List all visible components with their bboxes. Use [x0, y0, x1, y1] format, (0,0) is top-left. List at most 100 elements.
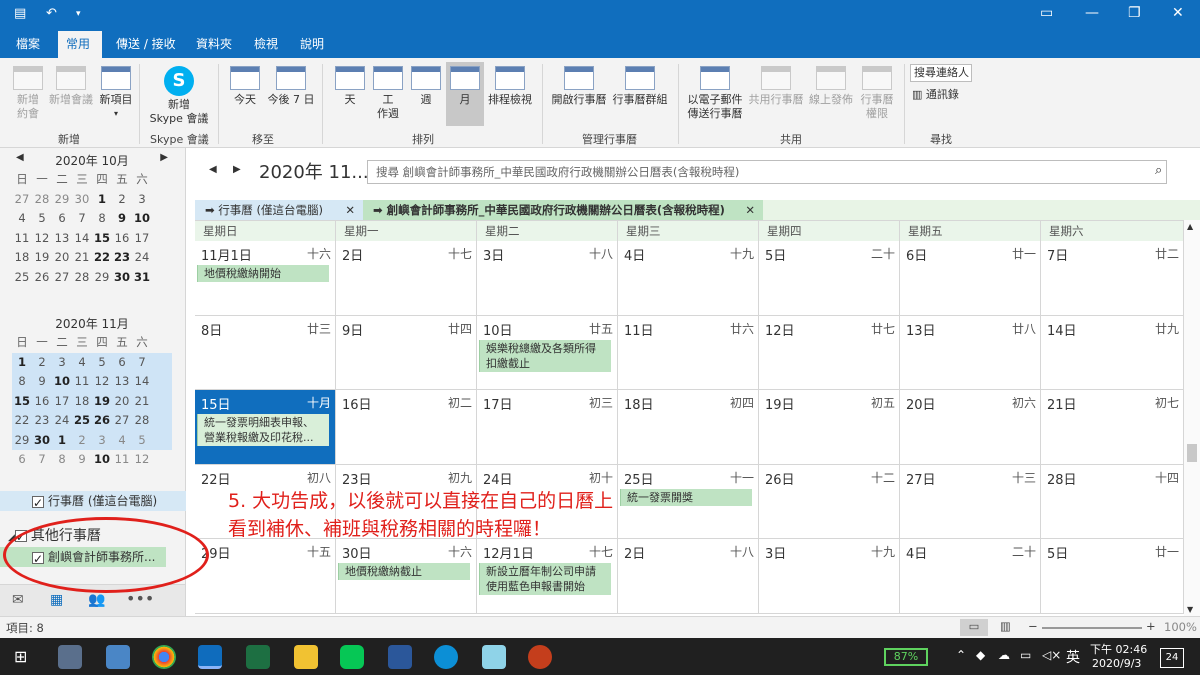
mini-calendar-day[interactable]: 23: [112, 248, 132, 268]
day-cell[interactable]: 19日 初五: [759, 390, 900, 465]
start-icon[interactable]: ⊞: [14, 647, 27, 666]
mini-calendar-day[interactable]: 5: [32, 209, 52, 229]
mini-calendar-day[interactable]: 28: [32, 190, 52, 210]
calendar-tab-shared[interactable]: ➡ 創嶼會計師事務所_中華民國政府行政機關辦公日曆表(含報稅時程) ✕: [363, 200, 763, 220]
day-cell[interactable]: 30日 十六 地價稅繳納截止: [336, 539, 477, 614]
mini-calendar-day[interactable]: 4: [12, 209, 32, 229]
word-icon[interactable]: [388, 645, 412, 669]
calendar-event[interactable]: 統一發票開獎: [620, 488, 752, 506]
mini-calendar-day[interactable]: 13: [112, 372, 132, 392]
chrome-icon[interactable]: [152, 645, 176, 669]
mini-calendar-day[interactable]: 28: [72, 268, 92, 288]
day-cell[interactable]: 4日 十九: [618, 241, 759, 316]
clock-date[interactable]: 2020/9/3: [1092, 657, 1141, 670]
schedule-view-button[interactable]: 排程檢視: [486, 66, 534, 107]
day-cell[interactable]: 21日 初七: [1041, 390, 1184, 465]
mini-calendar-day[interactable]: 24: [132, 248, 152, 268]
mini-calendar-day[interactable]: 1: [12, 353, 32, 373]
mini-calendar-day[interactable]: 10: [52, 372, 72, 392]
file-explorer-icon[interactable]: [294, 645, 318, 669]
mini-calendar-day[interactable]: 2: [32, 353, 52, 373]
work-week-view-button[interactable]: 工 作週: [370, 66, 406, 121]
app-menu-icon[interactable]: ▤: [14, 6, 26, 21]
calendar-event[interactable]: 娛樂稅總繳及各類所得扣繳截止: [479, 339, 611, 372]
mini-calendar-day[interactable]: 24: [52, 411, 72, 431]
new-meeting-button[interactable]: 新增會議: [48, 66, 94, 107]
mini-calendar-day[interactable]: 7: [72, 209, 92, 229]
mini-calendar-day[interactable]: 16: [112, 229, 132, 249]
mini-calendar-day[interactable]: 13: [52, 229, 72, 249]
day-cell[interactable]: 17日 初三: [477, 390, 618, 465]
next-7-days-button[interactable]: 今後 7 日: [265, 66, 317, 107]
day-cell[interactable]: 6日 廿一: [900, 241, 1041, 316]
mini-calendar-day[interactable]: 20: [112, 392, 132, 412]
share-calendar-button[interactable]: 共用行事曆: [748, 66, 804, 107]
mini-calendar-day[interactable]: 3: [132, 190, 152, 210]
mini-calendar-day[interactable]: 12: [32, 229, 52, 249]
day-cell[interactable]: 20日 初六: [900, 390, 1041, 465]
mini-calendar-day[interactable]: 20: [52, 248, 72, 268]
mini-calendar-day[interactable]: 31: [132, 268, 152, 288]
calendar-tab-local[interactable]: ➡ 行事曆 (僅這台電腦) ✕: [195, 200, 363, 220]
day-cell[interactable]: 11月1日 十六 地價稅繳納開始: [195, 241, 336, 316]
day-cell[interactable]: 15日 十月 統一發票明細表申報、營業稅報繳及印花稅...: [195, 390, 336, 465]
mini-calendar-day[interactable]: 16: [32, 392, 52, 412]
mini-calendar-day[interactable]: 14: [72, 229, 92, 249]
input-language[interactable]: 英: [1066, 647, 1080, 667]
day-cell[interactable]: 3日 十八: [477, 241, 618, 316]
mini-calendar-day[interactable]: 22: [12, 411, 32, 431]
calendar-item-my[interactable]: 行事曆 (僅這台電腦): [0, 491, 186, 513]
people-icon[interactable]: 👥: [88, 592, 105, 608]
day-cell[interactable]: 27日 十三: [900, 464, 1041, 539]
mini-calendar-day[interactable]: 17: [132, 229, 152, 249]
day-cell[interactable]: 11日 廿六: [618, 315, 759, 390]
mini-calendar-day[interactable]: 26: [92, 411, 112, 431]
mini-calendar-day[interactable]: 7: [132, 353, 152, 373]
day-cell[interactable]: 5日 二十: [759, 241, 900, 316]
excel-icon[interactable]: [246, 645, 270, 669]
mini-calendar-day[interactable]: 4: [72, 353, 92, 373]
mini-calendar-day[interactable]: 11: [112, 450, 132, 470]
day-cell[interactable]: 13日 廿八: [900, 315, 1041, 390]
mini-calendar-day[interactable]: 19: [32, 248, 52, 268]
mini-calendar-day[interactable]: 27: [12, 190, 32, 210]
mini-calendar-day[interactable]: 25: [72, 411, 92, 431]
mini-calendar-day[interactable]: 27: [112, 411, 132, 431]
day-cell[interactable]: 18日 初四: [618, 390, 759, 465]
clock-time[interactable]: 下午 02:46: [1090, 641, 1147, 657]
line-icon[interactable]: [340, 645, 364, 669]
mini-calendar-day[interactable]: 15: [92, 229, 112, 249]
battery-indicator[interactable]: 87%: [884, 648, 928, 666]
mini-calendar-day[interactable]: 29: [92, 268, 112, 288]
day-cell[interactable]: 12月1日 十七 新設立曆年制公司申請使用藍色申報書開始: [477, 539, 618, 614]
calendar-event[interactable]: 統一發票明細表申報、營業稅報繳及印花稅...: [197, 414, 329, 446]
day-cell[interactable]: 3日 十九: [759, 539, 900, 614]
powerpoint-icon[interactable]: [528, 645, 552, 669]
calendar-groups-button[interactable]: 行事曆群組: [610, 66, 670, 107]
day-cell[interactable]: 28日 十四: [1041, 464, 1184, 539]
mini-calendar-day[interactable]: 18: [12, 248, 32, 268]
mini-calendar-day[interactable]: 19: [92, 392, 112, 412]
mini-calendar-day[interactable]: 9: [112, 209, 132, 229]
mini-calendar-day[interactable]: 2: [112, 190, 132, 210]
tab-view[interactable]: 檢視: [246, 31, 286, 58]
day-view-button[interactable]: 天: [332, 66, 368, 107]
calendar-event[interactable]: 新設立曆年制公司申請使用藍色申報書開始: [479, 563, 611, 595]
calendar-icon[interactable]: ▦: [50, 592, 63, 608]
day-cell[interactable]: 12日 廿七: [759, 315, 900, 390]
day-cell[interactable]: 10日 廿五 娛樂稅總繳及各類所得扣繳截止: [477, 315, 618, 390]
mini-calendar-day[interactable]: 3: [52, 353, 72, 373]
app-icon[interactable]: [482, 645, 506, 669]
checkbox[interactable]: [32, 493, 44, 513]
mini-calendar-day[interactable]: 12: [92, 372, 112, 392]
new-skype-meeting-button[interactable]: S 新增 Skype 會議: [148, 66, 210, 126]
publish-online-button[interactable]: 線上發佈: [806, 66, 856, 107]
day-cell[interactable]: 26日 十二: [759, 464, 900, 539]
dropbox-icon[interactable]: ◆: [976, 648, 985, 662]
cloud-icon[interactable]: ☁: [998, 648, 1010, 662]
mini-calendar-day[interactable]: 17: [52, 392, 72, 412]
ribbon-display-icon[interactable]: ▭: [1040, 5, 1053, 21]
search-icon[interactable]: ⌕: [1155, 163, 1162, 178]
close-icon[interactable]: ✕: [1172, 5, 1184, 21]
mini-calendar-day[interactable]: 4: [112, 431, 132, 451]
